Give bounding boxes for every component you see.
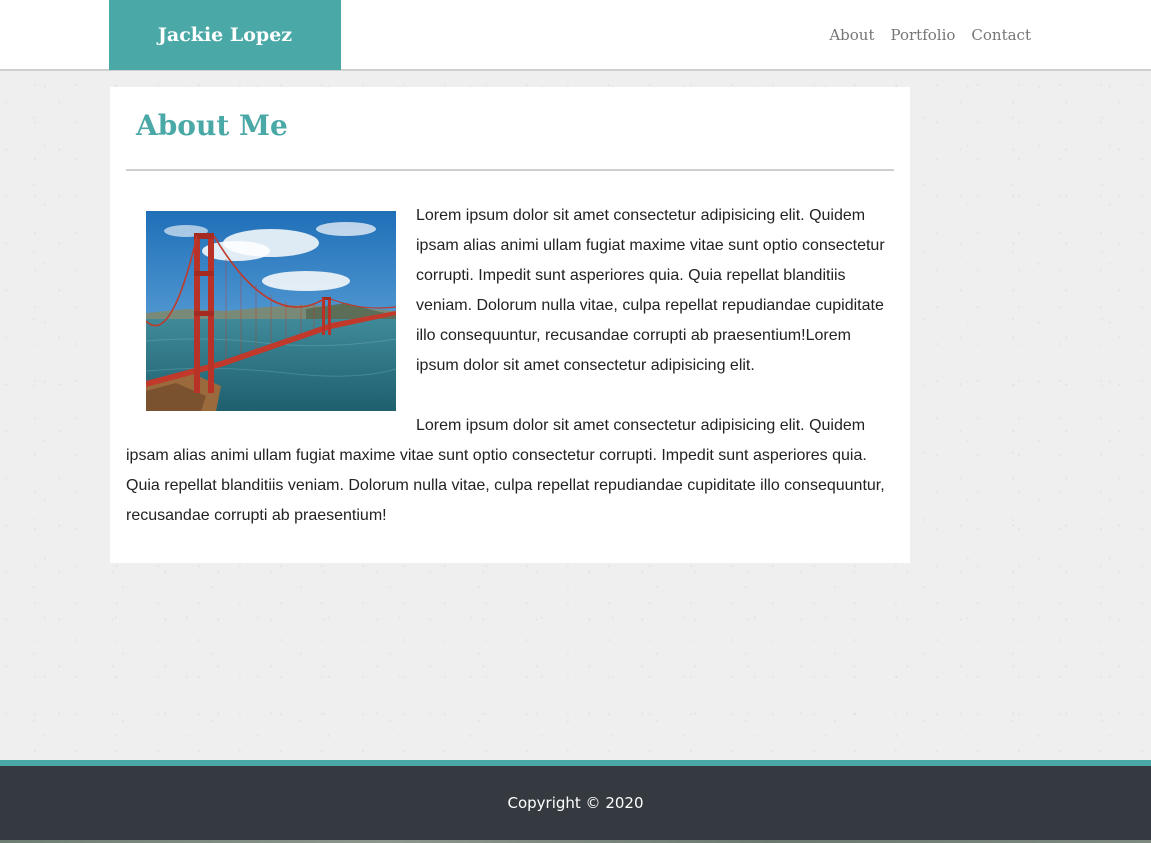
about-body: Lorem ipsum dolor sit amet consectetur a… [126, 201, 890, 531]
nav-link-about[interactable]: About [829, 26, 874, 44]
about-paragraph-2: Lorem ipsum dolor sit amet consectetur a… [126, 417, 885, 524]
nav-link-contact[interactable]: Contact [971, 26, 1031, 44]
about-title: About Me [136, 109, 288, 142]
about-card: About Me Lorem ipsum dolor sit amet cons… [110, 87, 910, 563]
site-footer: Copyright © 2020 [0, 766, 1151, 840]
title-divider [126, 169, 894, 171]
brand-logo[interactable]: Jackie Lopez [109, 0, 341, 70]
site-header: Jackie Lopez About Portfolio Contact [0, 0, 1151, 71]
nav-link-portfolio[interactable]: Portfolio [891, 26, 956, 44]
main-nav: About Portfolio Contact [829, 0, 1031, 70]
copyright-text: Copyright © 2020 [507, 794, 644, 812]
golden-gate-bridge-photo [146, 211, 396, 411]
bridge-image [146, 211, 396, 411]
